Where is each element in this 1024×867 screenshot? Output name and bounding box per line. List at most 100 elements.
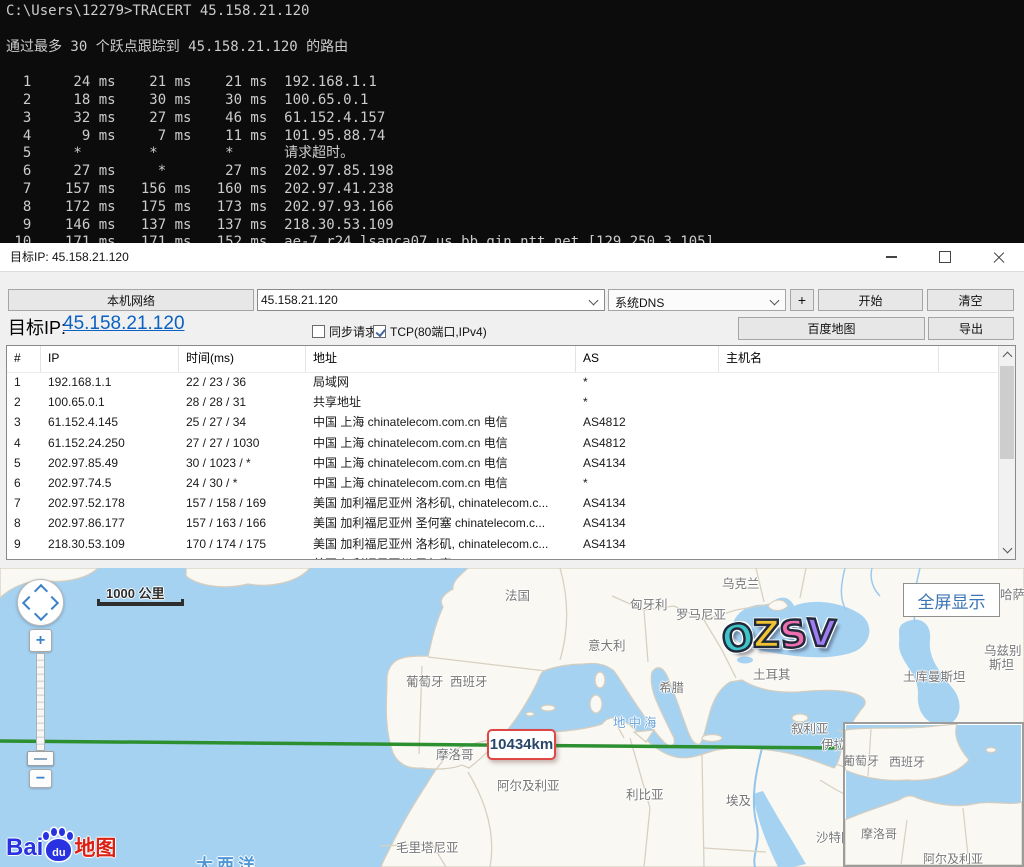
scroll-up-icon[interactable] [1003, 352, 1013, 362]
baidu-map-button[interactable]: 百度地图 [738, 317, 925, 340]
hop-row[interactable]: 361.152.4.14525 / 27 / 34中国 上海 chinatele… [7, 412, 998, 432]
hop-row[interactable]: 2100.65.0.128 / 28 / 31共享地址* [7, 392, 998, 412]
col-ip: 202.97.52.178 [41, 493, 179, 513]
col-time: 24 / 30 / * [179, 473, 306, 493]
terminal-window[interactable]: C:\Users\12279>TRACERT 45.158.21.120 通过最… [0, 0, 1024, 243]
toolbar: 本机网络 系统DNS + 开始 清空 目标IP: 45.158.21.120 同… [0, 272, 1024, 345]
column-header-col-address[interactable]: 地址 [306, 346, 576, 372]
map-label: 哈萨克 [1000, 584, 1024, 603]
hop-row[interactable]: 5202.97.85.4930 / 1023 / *中国 上海 chinatel… [7, 453, 998, 473]
map-label: 匈牙利 [630, 594, 668, 613]
table-body: 1192.168.1.122 / 23 / 36局域网*2100.65.0.12… [7, 372, 998, 559]
col-hop: 4 [7, 433, 41, 453]
titlebar[interactable]: 目标IP: 45.158.21.120 [0, 243, 1024, 272]
pan-down-icon[interactable] [34, 607, 48, 621]
ozsv-sticker: OZSV [721, 610, 837, 661]
map-label: 土库曼斯坦 [903, 666, 966, 685]
col-ip: 218.30.53.109 [41, 534, 179, 554]
col-time: 22 / 23 / 36 [179, 372, 306, 392]
target-ip-link[interactable]: 45.158.21.120 [63, 313, 185, 335]
zoom-slider-handle[interactable] [27, 751, 54, 766]
local-network-button[interactable]: 本机网络 [8, 289, 254, 311]
inset-map-label: 摩洛哥 [861, 825, 897, 842]
col-as: AS4134 [576, 513, 719, 533]
sync-request-label: 同步请求 [329, 323, 377, 340]
export-button[interactable]: 导出 [928, 317, 1014, 340]
screen: C:\Users\12279>TRACERT 45.158.21.120 通过最… [0, 0, 1024, 867]
column-header-col-time[interactable]: 时间(ms) [179, 346, 306, 372]
inset-map-label: 西班牙 [889, 753, 925, 770]
col-hostname [719, 493, 998, 513]
col-as: AS4134 [576, 453, 719, 473]
pan-left-icon[interactable] [22, 596, 36, 610]
target-ip-input[interactable] [261, 291, 581, 309]
minimize-button[interactable] [868, 243, 914, 271]
col-time: 30 / 1023 / * [179, 453, 306, 473]
checkbox-icon[interactable] [373, 325, 386, 338]
col-time: 157 / 163 / 166 [179, 513, 306, 533]
close-button[interactable] [976, 243, 1022, 271]
overview-inset-map[interactable]: 葡萄牙西班牙摩洛哥阿尔及利亚 [843, 722, 1024, 867]
sync-request-checkbox[interactable]: 同步请求 [312, 323, 377, 340]
add-button[interactable]: + [790, 289, 814, 311]
col-hop: 2 [7, 392, 41, 412]
sticker-letter: O [718, 614, 757, 662]
col-address: 美国 加利福尼亚州 圣何塞 chinatelecom.c... [306, 513, 576, 533]
target-ip-combobox[interactable] [257, 289, 605, 311]
pan-compass[interactable] [17, 579, 64, 626]
map-canvas[interactable]: 乌克兰法国匈牙利罗马尼亚意大利葡萄牙西班牙希腊土耳其土库曼斯坦乌兹别斯坦哈萨克地… [0, 568, 1024, 867]
chevron-down-icon[interactable] [770, 296, 780, 306]
col-as: * [576, 392, 719, 412]
column-header-col-as[interactable]: AS [576, 346, 719, 372]
hop-row[interactable]: 10129.250.2.49142 / 181 / 189美国 加利福尼亚州 圣… [7, 554, 998, 559]
map-label: 意大利 [588, 635, 626, 654]
zoom-out-button[interactable]: − [29, 769, 52, 788]
col-hop: 7 [7, 493, 41, 513]
inset-map-label: 葡萄牙 [843, 752, 879, 769]
scroll-down-icon[interactable] [1003, 544, 1013, 554]
minimize-icon [886, 256, 897, 257]
zoom-slider-track[interactable] [36, 653, 45, 751]
col-time: 28 / 28 / 31 [179, 392, 306, 412]
table-scrollbar[interactable] [998, 346, 1015, 559]
col-time: 157 / 158 / 169 [179, 493, 306, 513]
col-as: AS4134 [576, 493, 719, 513]
hop-row[interactable]: 1192.168.1.122 / 23 / 36局域网* [7, 372, 998, 392]
tcp-port-label: TCP(80端口,IPv4) [390, 323, 487, 340]
scrollbar-thumb[interactable] [1000, 366, 1014, 459]
maximize-button[interactable] [922, 243, 968, 271]
maximize-icon [939, 251, 951, 263]
hop-row[interactable]: 8202.97.86.177157 / 163 / 166美国 加利福尼亚州 圣… [7, 513, 998, 533]
zoom-in-button[interactable]: + [29, 629, 52, 652]
hop-row[interactable]: 9218.30.53.109170 / 174 / 175美国 加利福尼亚州 洛… [7, 534, 998, 554]
map-label: 利比亚 [626, 784, 664, 803]
column-header-col-hostname[interactable]: 主机名 [719, 346, 939, 372]
column-header-filler [939, 346, 998, 372]
hop-row[interactable]: 7202.97.52.178157 / 158 / 169美国 加利福尼亚州 洛… [7, 493, 998, 513]
hop-row[interactable]: 6202.97.74.524 / 30 / *中国 上海 chinateleco… [7, 473, 998, 493]
checkbox-icon[interactable] [312, 325, 325, 338]
window-title: 目标IP: 45.158.21.120 [10, 243, 129, 272]
col-ip: 61.152.24.250 [41, 433, 179, 453]
tcp-port-checkbox[interactable]: TCP(80端口,IPv4) [373, 323, 487, 340]
col-hop: 5 [7, 453, 41, 473]
column-header-col-hop[interactable]: # [7, 346, 41, 372]
col-hop: 1 [7, 372, 41, 392]
col-address: 中国 上海 chinatelecom.com.cn 电信 [306, 453, 576, 473]
pan-right-icon[interactable] [45, 596, 59, 610]
clear-button[interactable]: 清空 [927, 289, 1014, 311]
col-as: AS4812 [576, 433, 719, 453]
map-label: 大西洋 [196, 851, 259, 867]
pan-up-icon[interactable] [34, 584, 48, 598]
fullscreen-button[interactable]: 全屏显示 [903, 583, 1000, 617]
column-header-col-ip[interactable]: IP [41, 346, 179, 372]
col-hostname [719, 412, 998, 432]
start-button[interactable]: 开始 [818, 289, 923, 311]
col-hostname [719, 372, 998, 392]
hop-row[interactable]: 461.152.24.25027 / 27 / 1030中国 上海 chinat… [7, 433, 998, 453]
col-hostname [719, 534, 998, 554]
dns-select[interactable]: 系统DNS [608, 289, 786, 311]
chevron-down-icon[interactable] [589, 296, 599, 306]
map-label: 乌克兰 [722, 573, 760, 592]
col-time: 170 / 174 / 175 [179, 534, 306, 554]
